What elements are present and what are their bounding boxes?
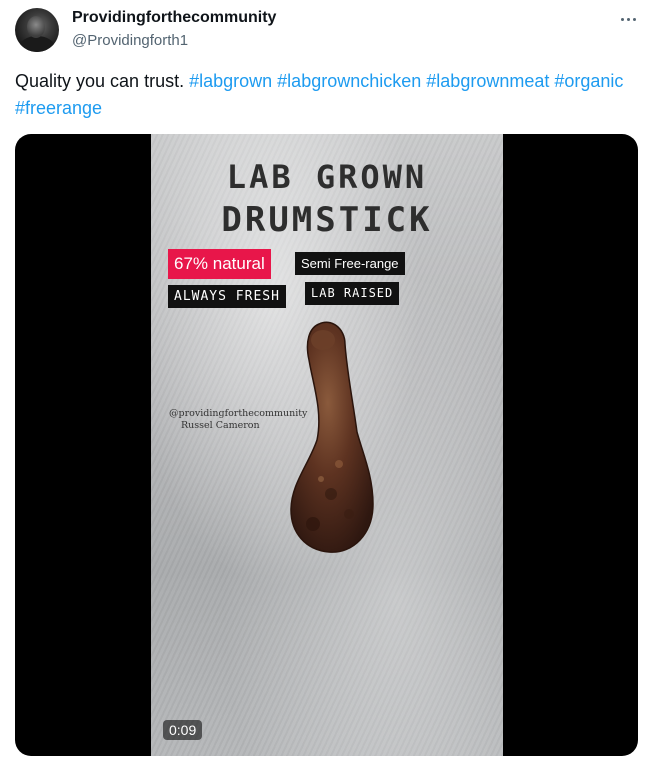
avatar[interactable] (15, 8, 59, 52)
video-title-line-2: DRUMSTICK (221, 200, 433, 240)
lab-raised-tag: LAB RAISED (305, 282, 400, 305)
avatar-face (27, 16, 45, 38)
dot (632, 17, 636, 21)
video-timestamp: 0:09 (163, 720, 203, 740)
hashtag-labgrownchicken[interactable]: #labgrownchicken (277, 71, 421, 91)
dot (626, 17, 630, 21)
video-title-line-1: LAB GROWN (226, 158, 428, 196)
hashtag-labgrown[interactable]: #labgrown (189, 71, 272, 91)
more-options-icon[interactable] (615, 10, 641, 28)
video-frame[interactable]: LAB GROWN DRUMSTICK 67% natural Semi Fre… (151, 134, 503, 756)
hashtag-labgrownmeat[interactable]: #labgrownmeat (426, 71, 549, 91)
natural-tag: 67% natural (168, 249, 271, 279)
user-handle[interactable]: @Providingforth1 (72, 32, 188, 49)
drumstick-image (290, 321, 374, 553)
avatar-body (19, 36, 55, 52)
display-name[interactable]: Providingforthecommunity (72, 9, 276, 27)
tweet-body: Quality you can trust. (15, 71, 185, 91)
dot (620, 17, 624, 21)
video-player[interactable]: LAB GROWN DRUMSTICK 67% natural Semi Fre… (15, 134, 638, 756)
semi-free-range-tag: Semi Free-range (295, 252, 405, 275)
always-fresh-tag: ALWAYS FRESH (168, 285, 286, 308)
hashtag-freerange[interactable]: #freerange (15, 98, 102, 118)
tweet-text: Quality you can trust. #labgrown #labgro… (15, 68, 625, 122)
hashtag-organic[interactable]: #organic (554, 71, 623, 91)
